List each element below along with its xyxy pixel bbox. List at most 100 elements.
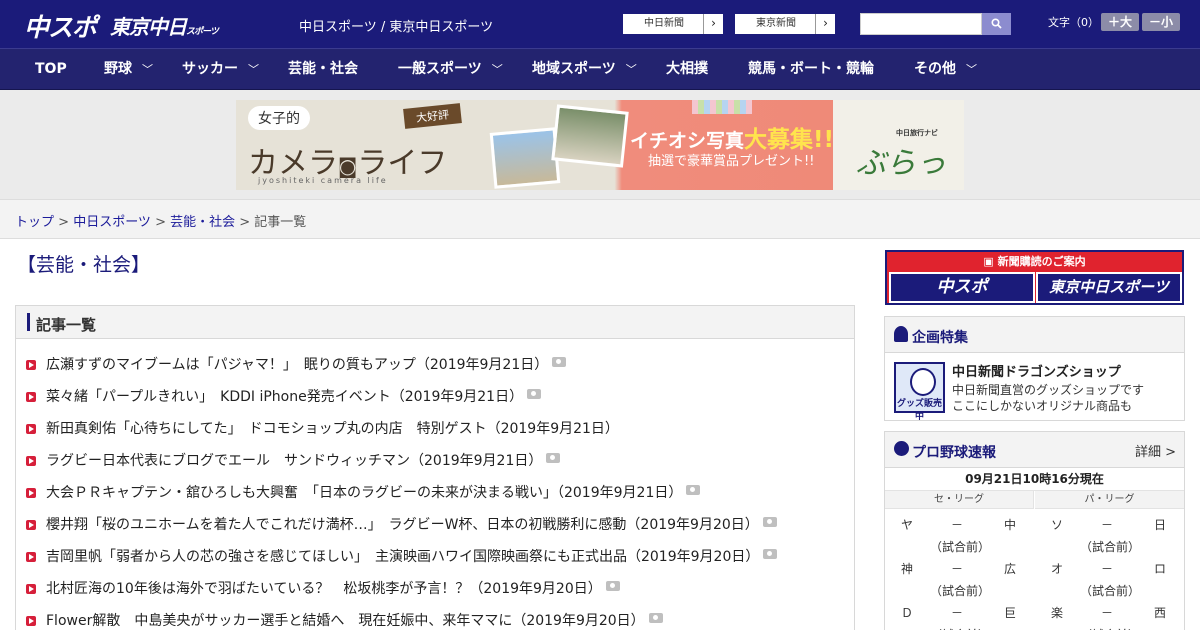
chevron-down-icon: ﹀: [491, 63, 503, 76]
camera-icon: [605, 581, 620, 591]
nav-top[interactable]: TOP: [35, 49, 67, 89]
article-title: 菜々緒「パープルきれい」 KDDI iPhone発売イベント（2019年9月21…: [46, 389, 524, 405]
nav-regional-sports[interactable]: 地域スポーツ ﹀: [532, 49, 637, 89]
team-name: 中: [1003, 518, 1016, 532]
nav-label: 競馬・ボート・競輪: [748, 61, 874, 77]
article-item[interactable]: 北村匠海の10年後は海外で羽ばたいている？ 松坂桃李が予言！？（2019年9月2…: [26, 578, 620, 600]
article-item[interactable]: 広瀬すずのマイブームは「パジャマ！」 眠りの質もアップ（2019年9月21日）: [26, 354, 567, 376]
game-status: （試合前）: [929, 584, 990, 598]
nav-general-sports[interactable]: 一般スポーツ ﹀: [398, 49, 503, 89]
breadcrumb-separator: >: [150, 215, 171, 230]
chevron-down-icon: ﹀: [248, 63, 259, 76]
chevron-down-icon: ﹀: [142, 63, 153, 76]
feature-box: 企画特集 グッズ販売中 中日新聞ドラゴンズショップ 中日新聞直営のグッズショップ…: [884, 316, 1185, 422]
article-item[interactable]: 大会ＰＲキャプテン・舘ひろしも大興奮 「日本のラグビーの未来が決まる戦い」（20…: [26, 482, 701, 504]
baseball-icon: [894, 441, 909, 456]
article-item[interactable]: 菜々緒「パープルきれい」 KDDI iPhone発売イベント（2019年9月21…: [26, 386, 542, 408]
site-title[interactable]: 中日スポーツ / 東京中日スポーツ: [299, 16, 493, 35]
dragons-shop-link[interactable]: 中日新聞ドラゴンズショップ: [952, 361, 1121, 380]
team-name: Ｄ: [900, 606, 913, 620]
article-title: 北村匠海の10年後は海外で羽ばたいている？ 松坂桃李が予言！？（2019年9月2…: [46, 581, 602, 597]
nav-label: その他: [914, 61, 956, 77]
chunichi-shimbun-label: 中日新聞: [644, 18, 684, 29]
game-status: （試合前）: [915, 626, 1005, 630]
article-item[interactable]: 新田真剣佑「心待ちにしてた」 ドコモショップ丸の内店 特別ゲスト（2019年9月…: [26, 418, 619, 440]
article-item[interactable]: 櫻井翔「桜のユニホームを着た人でこれだけ満杯…」 ラグビーW杯、日本の初戦勝利に…: [26, 514, 777, 536]
banner-burat-logo: ぶらっ人: [856, 146, 946, 181]
arrow-bullet-icon: [26, 392, 36, 402]
article-item[interactable]: ラグビー日本代表にブログでエール サンドウィッチマン（2019年9月21日）: [26, 450, 561, 472]
chunichi-shimbun-button[interactable]: 中日新聞 ›: [622, 13, 724, 35]
banner-photo: [551, 104, 629, 168]
score-dash: －: [950, 606, 963, 620]
nav-racing[interactable]: 競馬・ボート・競輪: [748, 49, 874, 89]
nav-label: 野球: [104, 61, 132, 77]
article-item[interactable]: 吉岡里帆「弱者から人の芯の強さを感じてほしい」 主演映画ハワイ国際映画祭にも正式…: [26, 546, 778, 568]
scores-timestamp: 09月21日10時16分現在: [885, 468, 1184, 491]
banner-nabi-label: 中日旅行ナビ: [896, 129, 938, 137]
score-dash: －: [1100, 606, 1113, 620]
nav-other[interactable]: その他 ﹀: [914, 49, 977, 89]
article-title: 吉岡里帆「弱者から人の芯の強さを感じてほしい」 主演映画ハワイ国際映画祭にも正式…: [46, 549, 760, 565]
scores-detail-link[interactable]: 詳細 >: [1135, 441, 1176, 460]
article-list-title: 記事一覧: [36, 316, 97, 334]
score-dash: －: [1100, 562, 1113, 576]
chevron-down-icon: ﹀: [625, 63, 637, 76]
breadcrumb-chuspo[interactable]: 中日スポーツ: [73, 215, 151, 230]
tokyo-chunichi-logo[interactable]: 東京中日スポーツ: [110, 11, 219, 40]
camera-icon: [527, 389, 542, 399]
banner-photo: [692, 100, 752, 114]
team-name: 日: [1153, 518, 1166, 532]
arrow-bullet-icon: [26, 456, 36, 466]
nav-entertainment[interactable]: 芸能・社会: [288, 49, 358, 89]
breadcrumb-current: 記事一覧: [254, 215, 307, 230]
nav-label: 一般スポーツ: [398, 61, 482, 77]
central-league-label: セ・リーグ: [885, 491, 1034, 509]
camera-life-banner[interactable]: 女子的 カメラ◙ライフ jyoshiteki camera life 大好評 イ…: [236, 100, 964, 190]
article-item[interactable]: Flower解散 中島美央がサッカー選手と結婚へ 現在妊娠中、来年ママに（201…: [26, 610, 663, 630]
nav-baseball[interactable]: 野球 ﹀: [104, 49, 153, 89]
feature-title: 企画特集: [912, 330, 968, 346]
team-name: ソ: [1050, 518, 1063, 532]
pacific-league-label: パ・リーグ: [1035, 491, 1184, 509]
game-status: （試合前）: [1079, 584, 1140, 598]
nav-label: 芸能・社会: [288, 61, 358, 77]
main-nav: TOP 野球 ﹀ サッカー ﹀ 芸能・社会 一般スポーツ ﹀ 地域スポーツ ﹀ 大相撲 …: [0, 48, 1200, 90]
dragons-shop-thumbnail[interactable]: グッズ販売中: [894, 362, 945, 422]
scores-header: プロ野球速報 詳細 >: [885, 432, 1184, 468]
nav-label: TOP: [35, 61, 67, 77]
font-size-label: 文字（0）: [1048, 16, 1099, 29]
nav-label: サッカー: [182, 61, 238, 77]
camera-icon: [648, 613, 663, 623]
camera-icon: [546, 453, 561, 463]
search-button[interactable]: [982, 13, 1011, 35]
nav-sumo[interactable]: 大相撲: [666, 49, 708, 89]
font-larger-button[interactable]: ＋大: [1101, 13, 1139, 31]
chuspo-logo[interactable]: 中スポ: [24, 8, 97, 44]
tokyo-logo-suffix: スポーツ: [186, 27, 219, 37]
subscribe-chuspo-button[interactable]: 中スポ: [889, 272, 1035, 303]
newspaper-icon: ▣: [983, 255, 998, 268]
chevron-right-icon: ›: [703, 14, 723, 34]
breadcrumb-separator: >: [235, 215, 255, 230]
article-title: 櫻井翔「桜のユニホームを着た人でこれだけ満杯…」 ラグビーW杯、日本の初戦勝利に…: [46, 517, 759, 533]
chevron-right-icon: ›: [815, 14, 835, 34]
feature-header: 企画特集: [885, 317, 1184, 353]
tokyo-logo-text: 東京中日: [110, 15, 187, 39]
scores-title: プロ野球速報: [912, 445, 996, 461]
article-title: ラグビー日本代表にブログでエール サンドウィッチマン（2019年9月21日）: [46, 453, 543, 469]
camera-icon: [686, 485, 701, 495]
heading-bar: [27, 313, 30, 331]
nav-soccer[interactable]: サッカー ﹀: [182, 49, 259, 89]
arrow-bullet-icon: [26, 552, 36, 562]
breadcrumb-top[interactable]: トップ: [15, 215, 54, 230]
subscribe-tokyo-chunichi-button[interactable]: 東京中日スポーツ: [1036, 272, 1182, 303]
font-smaller-button[interactable]: －小: [1142, 13, 1180, 31]
arrow-bullet-icon: [26, 424, 36, 434]
search-input[interactable]: [860, 13, 982, 35]
subscription-banner[interactable]: ▣ 新聞購読のご案内 中スポ 東京中日スポーツ: [885, 250, 1184, 305]
ribbon-icon: [894, 326, 908, 342]
baseball-scores-box: プロ野球速報 詳細 > 09月21日10時16分現在 セ・リーグ パ・リーグ ヤ…: [884, 431, 1185, 630]
tokyo-shimbun-button[interactable]: 東京新聞 ›: [734, 13, 836, 35]
breadcrumb-entertainment[interactable]: 芸能・社会: [170, 215, 235, 230]
